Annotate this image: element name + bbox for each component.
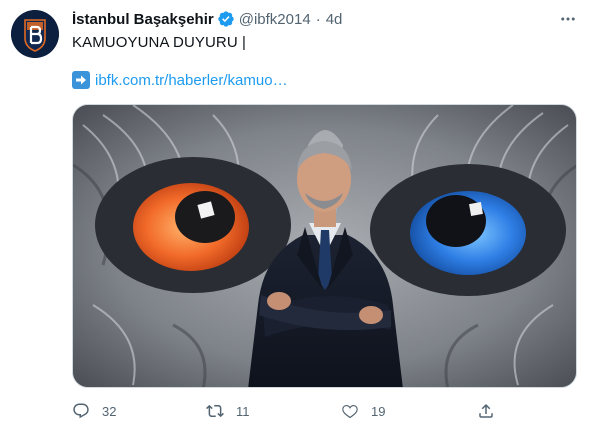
share-icon xyxy=(479,403,493,418)
separator-dot: · xyxy=(315,10,321,28)
tweet-text: KAMUOYUNA DUYURU | xyxy=(72,34,247,51)
reply-count: 32 xyxy=(102,403,117,419)
author-display-name[interactable]: İstanbul Başakşehir xyxy=(72,11,214,28)
tweet-header: İstanbul Başakşehir @ibfk2014 · 4d xyxy=(72,9,342,29)
tweet-media-photo[interactable] xyxy=(72,104,577,388)
more-options-icon[interactable] xyxy=(557,8,579,30)
retweet-icon xyxy=(206,404,224,418)
retweet-button[interactable]: 11 xyxy=(206,400,250,422)
author-handle[interactable]: @ibfk2014 xyxy=(239,11,311,28)
like-count: 19 xyxy=(371,403,386,419)
photo-man-in-front-of-owl-mural xyxy=(73,105,576,387)
tweet-actions: 32 11 19 xyxy=(72,400,577,422)
tweet[interactable]: İstanbul Başakşehir @ibfk2014 · 4d KAMUO… xyxy=(0,0,593,429)
club-crest-logo xyxy=(11,10,59,58)
heart-icon xyxy=(342,405,358,419)
like-button[interactable]: 19 xyxy=(341,400,385,422)
reply-icon xyxy=(73,403,89,419)
verified-badge-icon xyxy=(217,10,235,28)
link-url[interactable]: ibfk.com.tr/haberler/kamuo… xyxy=(95,72,288,89)
right-arrow-emoji-icon xyxy=(72,71,90,89)
tweet-link[interactable]: ibfk.com.tr/haberler/kamuo… xyxy=(72,70,288,90)
retweet-count: 11 xyxy=(236,403,250,419)
tweet-timestamp[interactable]: 4d xyxy=(326,11,343,28)
author-avatar[interactable] xyxy=(11,10,59,58)
reply-button[interactable]: 32 xyxy=(72,400,116,422)
share-button[interactable] xyxy=(477,400,495,422)
